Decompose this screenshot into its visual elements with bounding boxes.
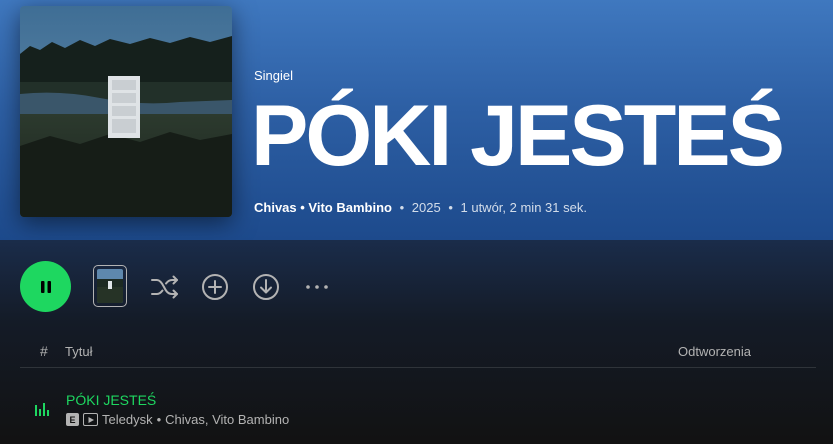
meta-separator: •: [399, 200, 405, 215]
video-thumbnail: [97, 269, 123, 303]
now-playing-equalizer-icon: [35, 403, 49, 416]
more-icon: [306, 285, 328, 289]
add-icon: [202, 274, 228, 300]
column-number: #: [40, 343, 48, 359]
explicit-badge: E: [66, 413, 79, 426]
column-plays: Odtworzenia: [678, 344, 751, 359]
video-preview-button[interactable]: [93, 265, 127, 307]
album-type-label: Singiel: [254, 68, 294, 83]
download-icon: [253, 274, 279, 300]
download-button[interactable]: [250, 271, 282, 303]
album-year: 2025: [411, 200, 441, 215]
track-subtitle: E Teledysk • Chivas, Vito Bambino: [66, 412, 289, 427]
table-row[interactable]: PÓKI JESTEŚ E Teledysk • Chivas, Vito Ba…: [20, 382, 816, 438]
shuffle-icon: [151, 275, 178, 299]
tracklist-header: # Tytuł Odtworzenia: [20, 338, 816, 368]
column-title: Tytuł: [65, 344, 93, 359]
track-artists-link[interactable]: Chivas, Vito Bambino: [165, 412, 289, 427]
meta-separator: •: [448, 200, 453, 215]
add-to-library-button[interactable]: [199, 271, 231, 303]
subtitle-separator: •: [156, 412, 162, 427]
album-title: PÓKI JESTEŚ: [251, 88, 785, 184]
track-type: Teledysk: [102, 412, 153, 427]
album-summary: 1 utwór, 2 min 31 sek.: [460, 200, 587, 215]
pause-button[interactable]: [20, 261, 71, 312]
album-artists-link[interactable]: Chivas • Vito Bambino: [254, 200, 392, 215]
video-icon: [83, 413, 98, 426]
more-options-button[interactable]: [301, 271, 333, 303]
pause-icon: [40, 280, 51, 293]
track-title-link[interactable]: PÓKI JESTEŚ: [66, 392, 156, 408]
album-meta: Chivas • Vito Bambino • 2025 • 1 utwór, …: [254, 200, 587, 215]
shuffle-button[interactable]: [149, 271, 181, 303]
album-cover: [20, 6, 232, 217]
